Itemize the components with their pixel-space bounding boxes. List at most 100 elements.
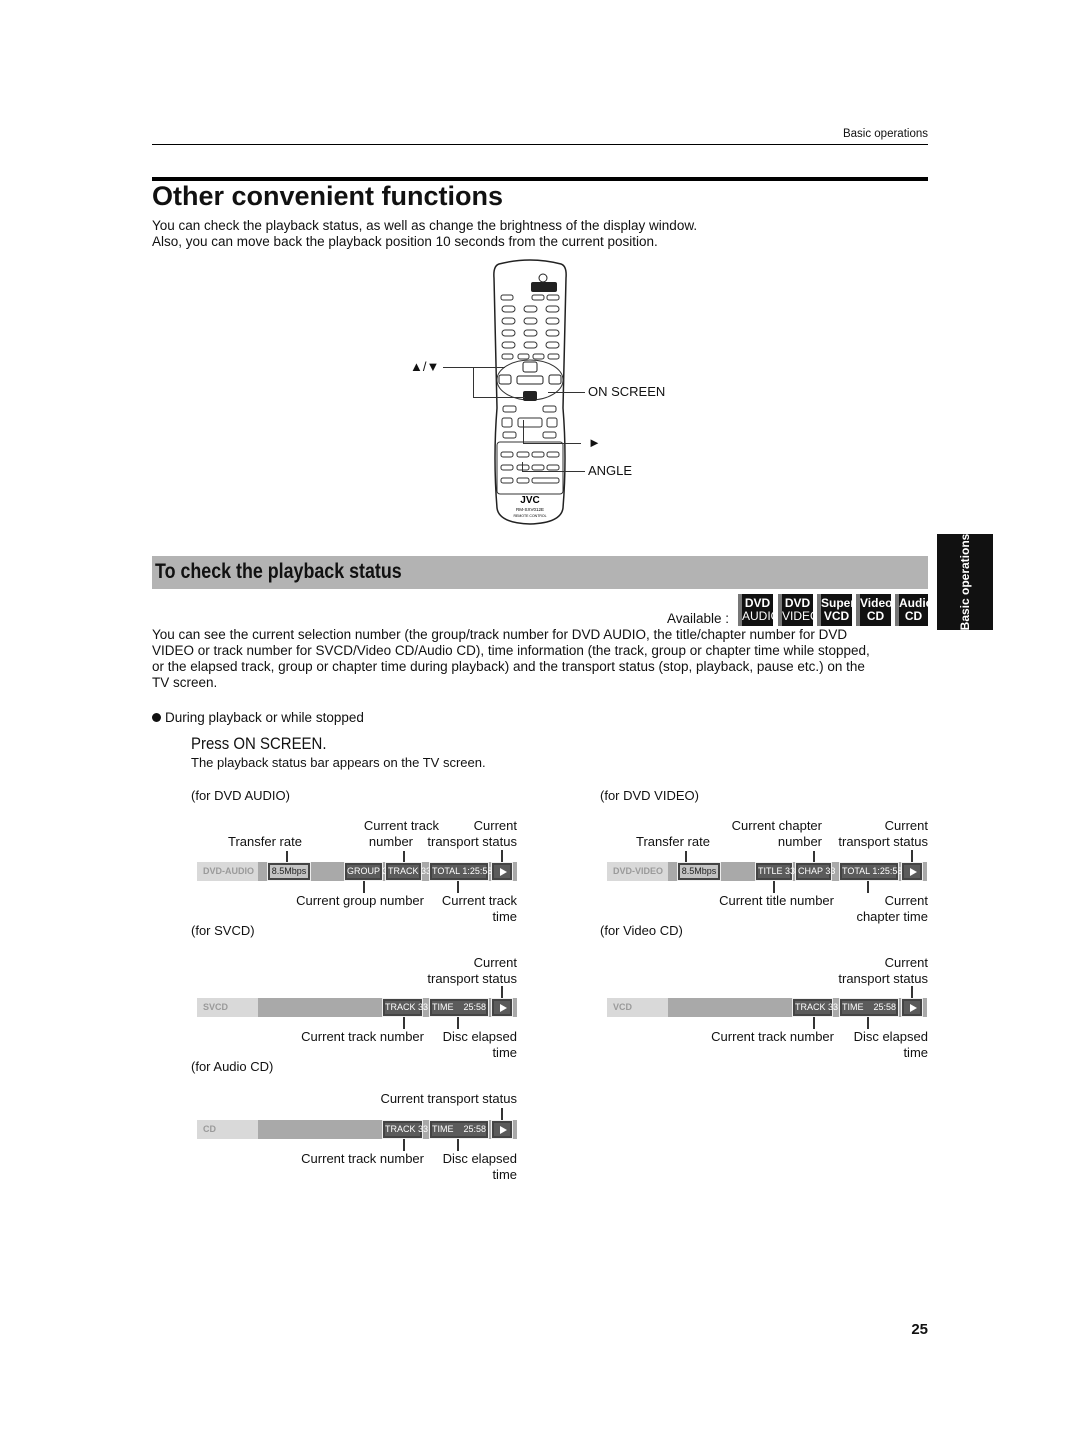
remote-control-illustration: JVC RM-SXV012E REMOTE CONTROL (493, 259, 567, 525)
leader-line (867, 881, 869, 893)
label-track-number: Current track number (301, 1151, 424, 1166)
leader-line (363, 881, 365, 893)
leader-line (457, 881, 459, 893)
status-field: CD (197, 1120, 258, 1139)
label-transport: Current transport status (838, 955, 928, 986)
status-field: TITLE 33 (755, 862, 795, 881)
badge-video-cd: Video CD (856, 594, 892, 626)
label-transport: Current transport status (838, 818, 928, 849)
label-transport: Current transport status (427, 955, 517, 986)
paragraph-line: TV screen. (152, 675, 218, 690)
bullet-text: During playback or while stopped (165, 710, 364, 725)
play-callout: ► (588, 435, 601, 450)
label-chapter-time: Current chapter time (856, 893, 928, 924)
status-field: DVD-AUDIO (197, 862, 258, 881)
status-field: TIME 25:58 (429, 1120, 489, 1139)
leader-line (473, 397, 525, 398)
page-number: 25 (911, 1321, 928, 1338)
leader-line (457, 1017, 459, 1029)
running-header: Basic operations (842, 128, 928, 140)
status-field: CHAP 33 (795, 862, 835, 881)
status-field: TRACK 33 (792, 998, 838, 1017)
label-disc-elapsed: Disc elapsed time (442, 1151, 517, 1182)
leader-line (522, 462, 523, 471)
status-field: TOTAL 1:25:58 (839, 862, 902, 881)
play-icon (491, 1120, 513, 1139)
badge-super-vcd: Super VCD (817, 594, 855, 626)
label-transfer-rate: Transfer rate (228, 834, 302, 849)
available-label: Available : (667, 611, 730, 626)
on-screen-callout: ON SCREEN (588, 384, 666, 399)
status-field: GROUP 3 (344, 862, 387, 881)
status-field: TOTAL 1:25:58 (429, 862, 492, 881)
remote-model: RM-SXV012E (516, 507, 544, 512)
side-tab: Basic operations (937, 534, 993, 630)
diagram-heading: (for DVD AUDIO) (191, 788, 290, 803)
badge-dvd-video: DVD VIDEO (778, 594, 819, 626)
leader-line (773, 881, 775, 893)
label-track-time: Current track time (441, 893, 517, 924)
step-note: The playback status bar appears on the T… (191, 755, 486, 770)
badge-audio-cd: Audio CD (895, 594, 933, 626)
status-bar-dvd-video: DVD-VIDEO 8.5Mbps TITLE 33 CHAP 33 TOTAL… (607, 862, 927, 881)
status-field: TIME 25:58 (839, 998, 899, 1017)
leader-line (867, 1017, 869, 1029)
play-icon (491, 998, 513, 1017)
intro-line: You can check the playback status, as we… (152, 218, 698, 233)
leader-line (523, 443, 581, 444)
status-bar-dvd-audio: DVD-AUDIO 8.5Mbps GROUP 3 TRACK 33 TOTAL… (197, 862, 517, 881)
paragraph-line: You can see the current selection number… (152, 627, 848, 642)
label-track-number: Current track number (363, 818, 439, 849)
leader-line (403, 1139, 405, 1151)
label-chapter-number: Current chapter number (731, 818, 822, 849)
intro-line: Also, you can move back the playback pos… (152, 234, 658, 249)
diagram-heading: (for SVCD) (191, 923, 255, 938)
diagram-heading: (for Audio CD) (191, 1059, 274, 1074)
label-transfer-rate: Transfer rate (636, 834, 710, 849)
label-disc-elapsed: Disc elapsed time (853, 1029, 928, 1060)
updown-callout: ▲/▼ (410, 359, 440, 374)
status-bar-vcd: VCD TRACK 33 TIME 25:58 (607, 998, 927, 1017)
section-title: To check the playback status (155, 560, 402, 583)
page-title: Other convenient functions (152, 181, 504, 211)
play-icon (901, 998, 923, 1017)
remote-caption: REMOTE CONTROL (513, 514, 546, 518)
status-bar-svcd: SVCD TRACK 33 TIME 25:58 (197, 998, 517, 1017)
label-transport: Current transport status (427, 818, 517, 849)
status-field: TRACK 33 (382, 998, 428, 1017)
side-tab-label: Basic operations (958, 533, 972, 631)
diagram-heading: (for Video CD) (600, 923, 683, 938)
status-field: TIME 25:58 (429, 998, 489, 1017)
label-group-number: Current group number (296, 893, 424, 908)
status-field: VCD (607, 998, 668, 1017)
leader-line (813, 1017, 815, 1029)
label-track-number: Current track number (711, 1029, 834, 1044)
play-icon (901, 862, 923, 881)
diagram-heading: (for DVD VIDEO) (600, 788, 699, 803)
label-track-number: Current track number (301, 1029, 424, 1044)
leader-line (473, 367, 474, 397)
leader-line (457, 1139, 459, 1151)
badge-dvd-audio: DVD AUDIO (738, 594, 780, 626)
status-field: 8.5Mbps (677, 862, 721, 881)
status-field: TRACK 33 (385, 862, 431, 881)
label-transport: Current transport status (380, 1091, 517, 1106)
label-title-number: Current title number (719, 893, 834, 908)
status-field: DVD-VIDEO (607, 862, 668, 881)
status-field: 8.5Mbps (267, 862, 311, 881)
status-field: SVCD (197, 998, 258, 1017)
leader-line (522, 471, 585, 472)
paragraph-line: VIDEO or track number for SVCD/Video CD/… (152, 643, 870, 658)
paragraph-line: or the elapsed track, group or chapter t… (152, 659, 865, 674)
status-field: TRACK 33 (382, 1120, 428, 1139)
angle-callout: ANGLE (588, 463, 633, 478)
label-disc-elapsed: Disc elapsed time (442, 1029, 517, 1060)
leader-line (443, 367, 505, 368)
bullet-icon (152, 713, 161, 722)
leader-line (548, 392, 585, 393)
step-instruction: Press ON SCREEN. (191, 734, 327, 753)
leader-line (403, 1017, 405, 1029)
remote-logo: JVC (520, 495, 539, 506)
status-bar-cd: CD TRACK 33 TIME 25:58 (197, 1120, 517, 1139)
play-icon (491, 862, 513, 881)
